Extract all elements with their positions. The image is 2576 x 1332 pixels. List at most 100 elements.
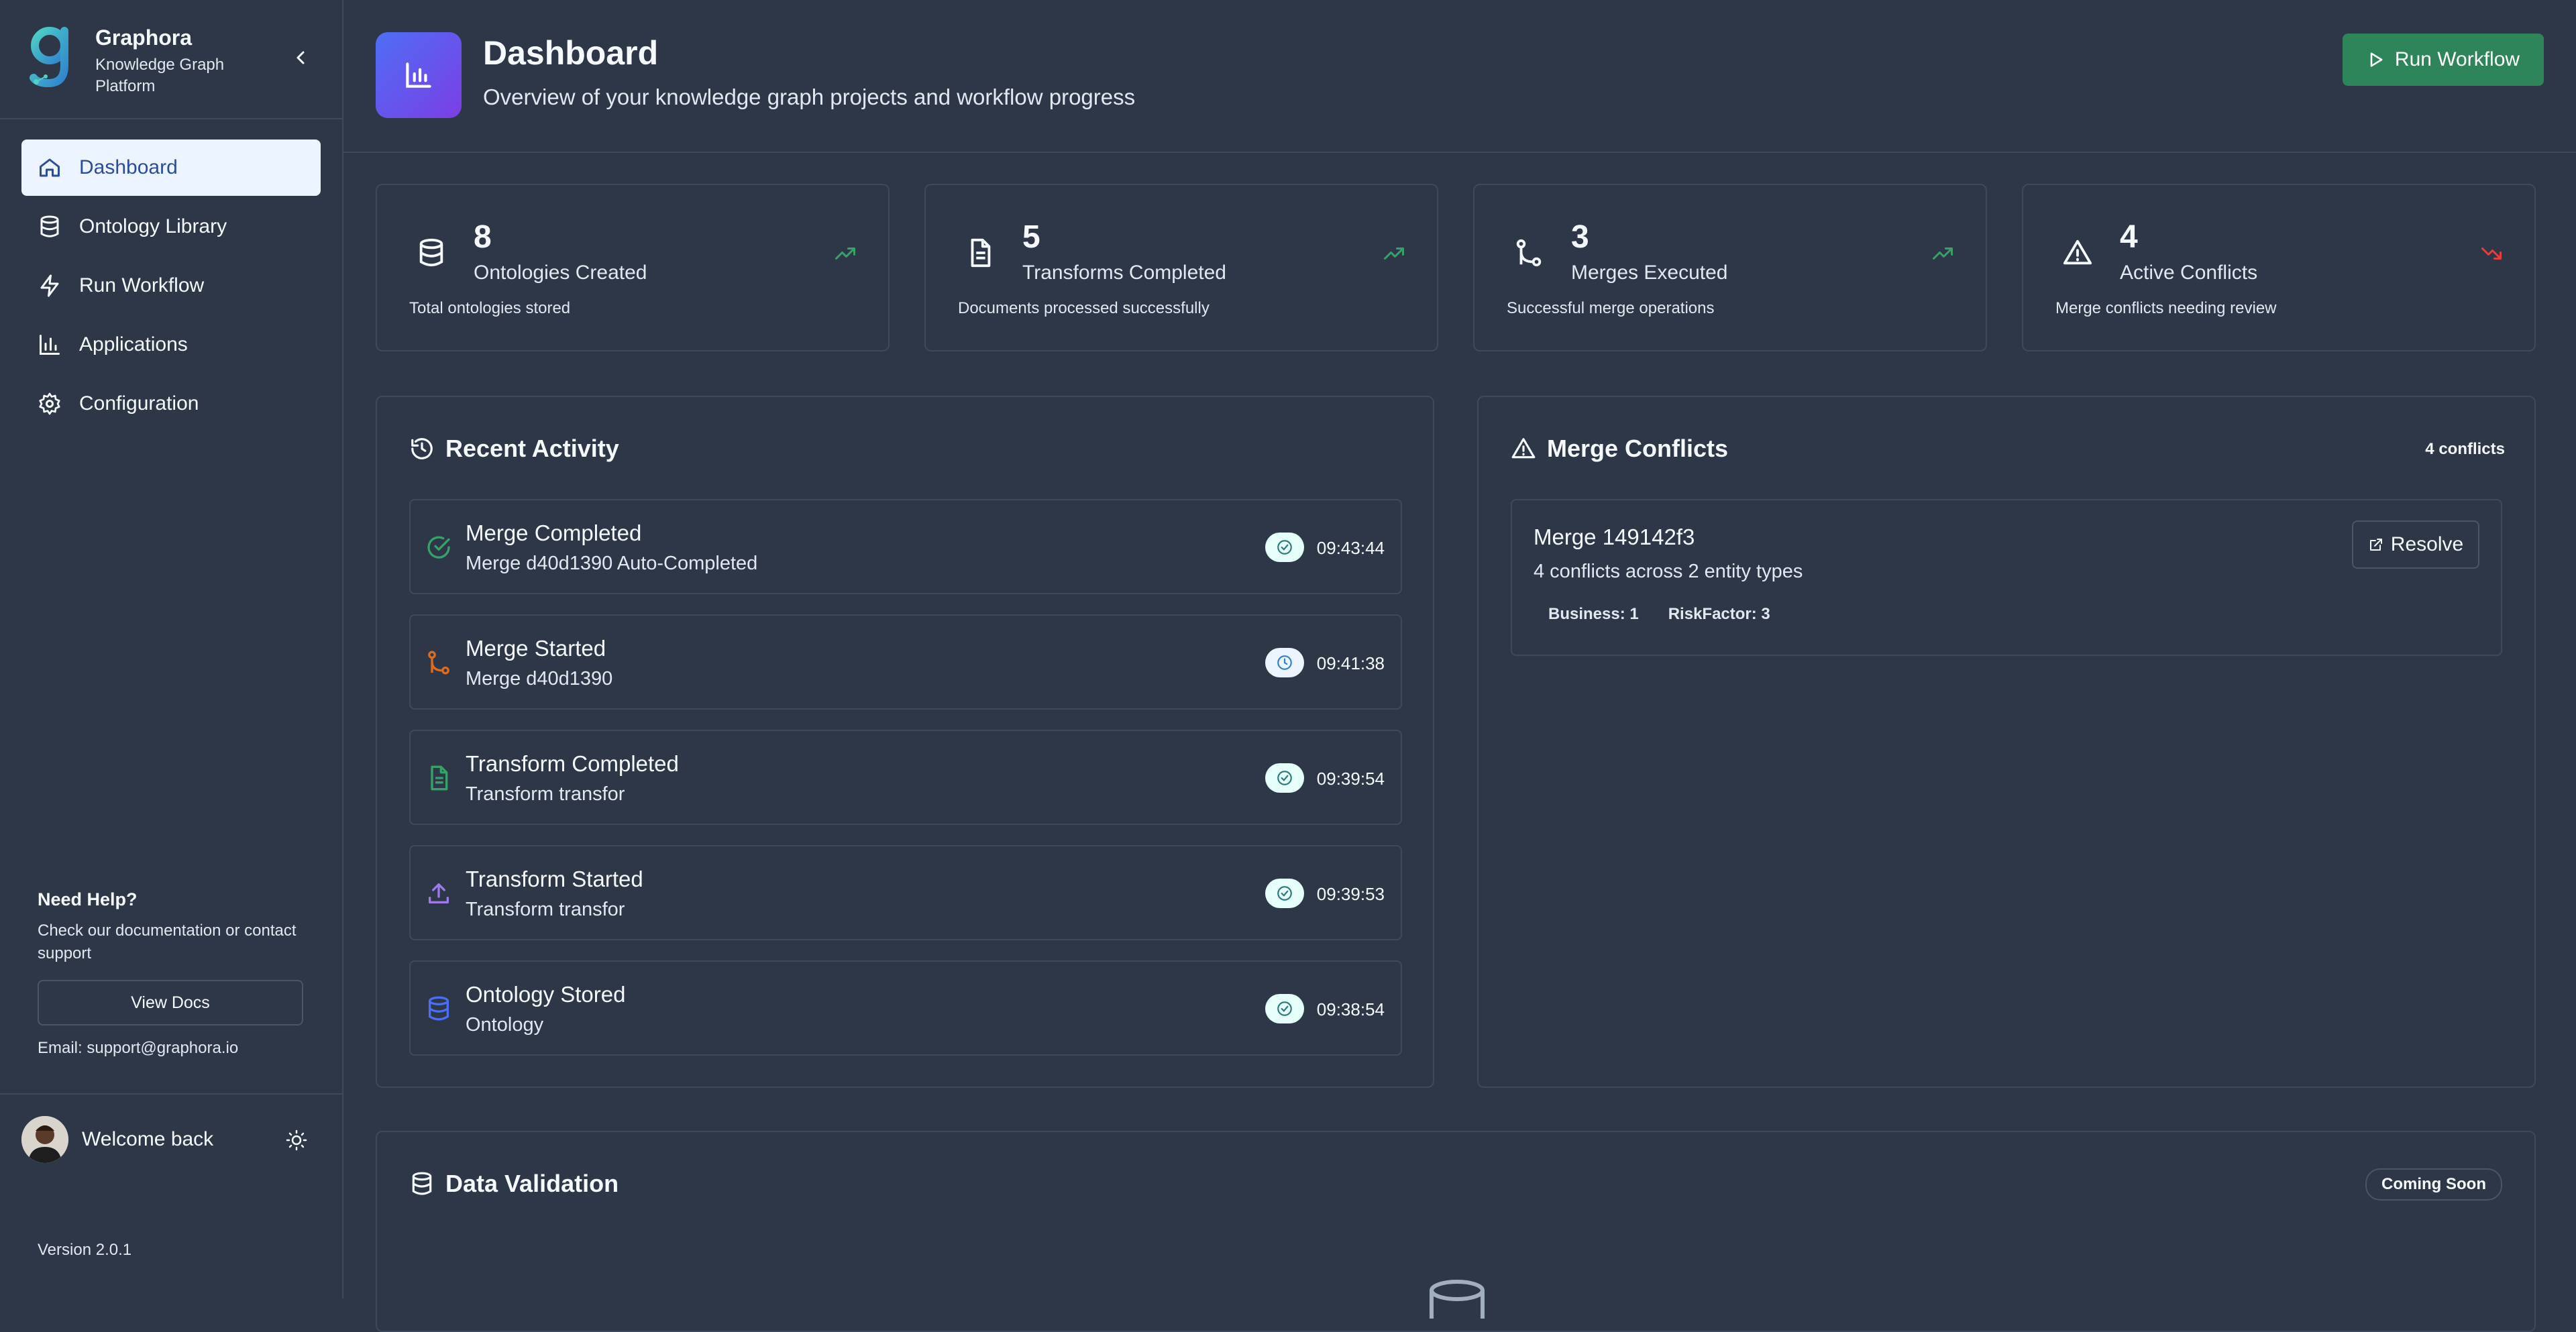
page-header: Dashboard Overview of your knowledge gra…: [343, 0, 2576, 153]
stat-label: Ontologies Created: [474, 262, 647, 284]
conflict-card-title: Merge 149142f3: [1534, 524, 1695, 549]
sidebar: Graphora Knowledge Graph Platform Dashbo…: [0, 0, 343, 1298]
sidebar-item-label: Configuration: [79, 392, 199, 414]
lightning-icon: [36, 272, 63, 299]
activity-item[interactable]: Merge Completed Merge d40d1390 Auto-Comp…: [409, 499, 1402, 594]
play-icon: [2370, 52, 2383, 67]
bar-chart-icon: [36, 331, 63, 358]
sidebar-divider: [0, 118, 342, 119]
sidebar-item-label: Run Workflow: [79, 274, 205, 296]
history-icon: [411, 438, 433, 459]
check-circle-icon: [1277, 1001, 1292, 1016]
upload-icon: [429, 883, 449, 903]
brand-subtitle: Knowledge Graph Platform: [95, 56, 225, 95]
stat-label: Transforms Completed: [1022, 262, 1226, 284]
sidebar-item-applications[interactable]: Applications: [21, 317, 321, 373]
brand-title: Graphora: [95, 25, 193, 50]
stat-label: Merges Executed: [1571, 262, 1728, 284]
resolve-button[interactable]: Resolve: [2352, 520, 2479, 569]
conflict-card[interactable]: Merge 149142f3 4 conflicts across 2 enti…: [1511, 499, 2502, 656]
activity-item[interactable]: Ontology Stored Ontology 09:38:54: [409, 960, 1402, 1056]
stat-card-ontologies[interactable]: 8 Ontologies Created Total ontologies st…: [376, 184, 890, 351]
activity-item[interactable]: Merge Started Merge d40d1390 09:41:38: [409, 614, 1402, 710]
stat-value: 5: [1022, 219, 1040, 255]
activity-subtitle: Transform transfor: [466, 899, 625, 920]
sidebar-item-configuration[interactable]: Configuration: [21, 376, 321, 432]
page-subtitle: Overview of your knowledge graph project…: [483, 85, 1136, 109]
user-section[interactable]: Welcome back: [21, 1116, 213, 1163]
welcome-text: Welcome back: [82, 1128, 214, 1150]
stat-card-conflicts[interactable]: 4 Active Conflicts Merge conflicts needi…: [2022, 184, 2536, 351]
activity-title: Transform Completed: [466, 751, 679, 776]
help-title: Need Help?: [38, 889, 138, 909]
activity-title: Merge Completed: [466, 520, 642, 545]
sidebar-item-dashboard[interactable]: Dashboard: [21, 140, 321, 196]
activity-item[interactable]: Transform Started Transform transfor 09:…: [409, 845, 1402, 940]
stat-card-transforms[interactable]: 5 Transforms Completed Documents process…: [924, 184, 1438, 351]
trending-up-icon: [1384, 247, 1404, 260]
database-icon: [36, 213, 63, 240]
panel-title: Merge Conflicts: [1511, 435, 1728, 463]
git-merge-icon: [1516, 239, 1542, 267]
sidebar-nav: Dashboard Ontology Library Run Workflow …: [21, 140, 321, 435]
activity-time: 09:38:54: [1316, 999, 1385, 1019]
activity-time: 09:39:54: [1316, 769, 1385, 789]
help-text: Check our documentation or contact suppo…: [38, 922, 297, 962]
panel-title: Data Validation: [409, 1170, 619, 1198]
stat-description: Merge conflicts needing review: [2055, 299, 2277, 317]
warning-triangle-icon: [1511, 438, 1536, 459]
entity-tag: RiskFactor: 3: [1668, 605, 1770, 623]
sidebar-item-run-workflow[interactable]: Run Workflow: [21, 258, 321, 314]
coming-soon-badge: Coming Soon: [2365, 1168, 2502, 1201]
page-title: Dashboard: [483, 34, 659, 72]
collapse-sidebar-chevron-left-icon[interactable]: [288, 46, 313, 70]
activity-subtitle: Merge d40d1390 Auto-Completed: [466, 553, 758, 574]
stat-description: Documents processed successfully: [958, 299, 1210, 317]
activity-item[interactable]: Transform Completed Transform transfor 0…: [409, 730, 1402, 825]
sidebar-item-label: Dashboard: [79, 156, 178, 178]
sidebar-item-label: Applications: [79, 333, 188, 355]
stat-label: Active Conflicts: [2120, 262, 2258, 284]
warning-triangle-icon: [2063, 239, 2092, 265]
recent-activity-title: Recent Activity: [445, 435, 619, 462]
check-circle-icon: [1277, 771, 1292, 785]
app-version: Version 2.0.1: [38, 1241, 132, 1259]
stat-card-merges[interactable]: 3 Merges Executed Successful merge opera…: [1473, 184, 1987, 351]
theme-toggle-sun-icon[interactable]: [283, 1127, 310, 1154]
document-icon: [971, 238, 991, 268]
stat-value: 4: [2120, 219, 2138, 255]
status-badge: [1265, 994, 1304, 1023]
conflict-card-subtitle: 4 conflicts across 2 entity types: [1534, 561, 1803, 582]
check-circle-icon: [427, 536, 450, 559]
support-email: Email: support@graphora.io: [38, 1039, 239, 1057]
check-circle-icon: [1277, 540, 1292, 555]
gear-icon: [36, 390, 63, 417]
home-icon: [36, 154, 63, 181]
dashboard-chart-icon: [376, 32, 462, 118]
stat-description: Successful merge operations: [1507, 299, 1715, 317]
sidebar-item-ontology-library[interactable]: Ontology Library: [21, 199, 321, 255]
activity-time: 09:41:38: [1316, 653, 1385, 673]
merge-conflicts-panel: Merge Conflicts 4 conflicts Merge 149142…: [1477, 396, 2536, 1088]
brand[interactable]: Graphora Knowledge Graph Platform: [30, 24, 256, 97]
status-badge: [1265, 879, 1304, 908]
conflict-count-badge: 4 conflicts: [2425, 440, 2505, 458]
recent-activity-panel: Recent Activity Merge Completed Merge d4…: [376, 396, 1434, 1088]
activity-list: Merge Completed Merge d40d1390 Auto-Comp…: [409, 499, 1402, 1076]
git-merge-icon: [428, 651, 449, 675]
status-badge: [1265, 533, 1304, 562]
document-icon: [431, 765, 448, 791]
external-link-icon: [2369, 539, 2382, 551]
run-workflow-button[interactable]: Run Workflow: [2343, 34, 2544, 86]
database-icon: [429, 996, 449, 1021]
trending-up-icon: [1933, 247, 1953, 260]
app-root: Graphora Knowledge Graph Platform Dashbo…: [0, 0, 2576, 1332]
data-validation-panel: Data Validation Coming Soon: [376, 1131, 2536, 1332]
panel-title: Recent Activity: [409, 435, 619, 463]
activity-title: Ontology Stored: [466, 982, 626, 1007]
view-docs-button[interactable]: View Docs: [38, 980, 303, 1025]
database-icon: [419, 238, 443, 267]
activity-title: Merge Started: [466, 636, 606, 661]
check-circle-icon: [1277, 886, 1292, 901]
clock-icon: [1277, 655, 1292, 670]
